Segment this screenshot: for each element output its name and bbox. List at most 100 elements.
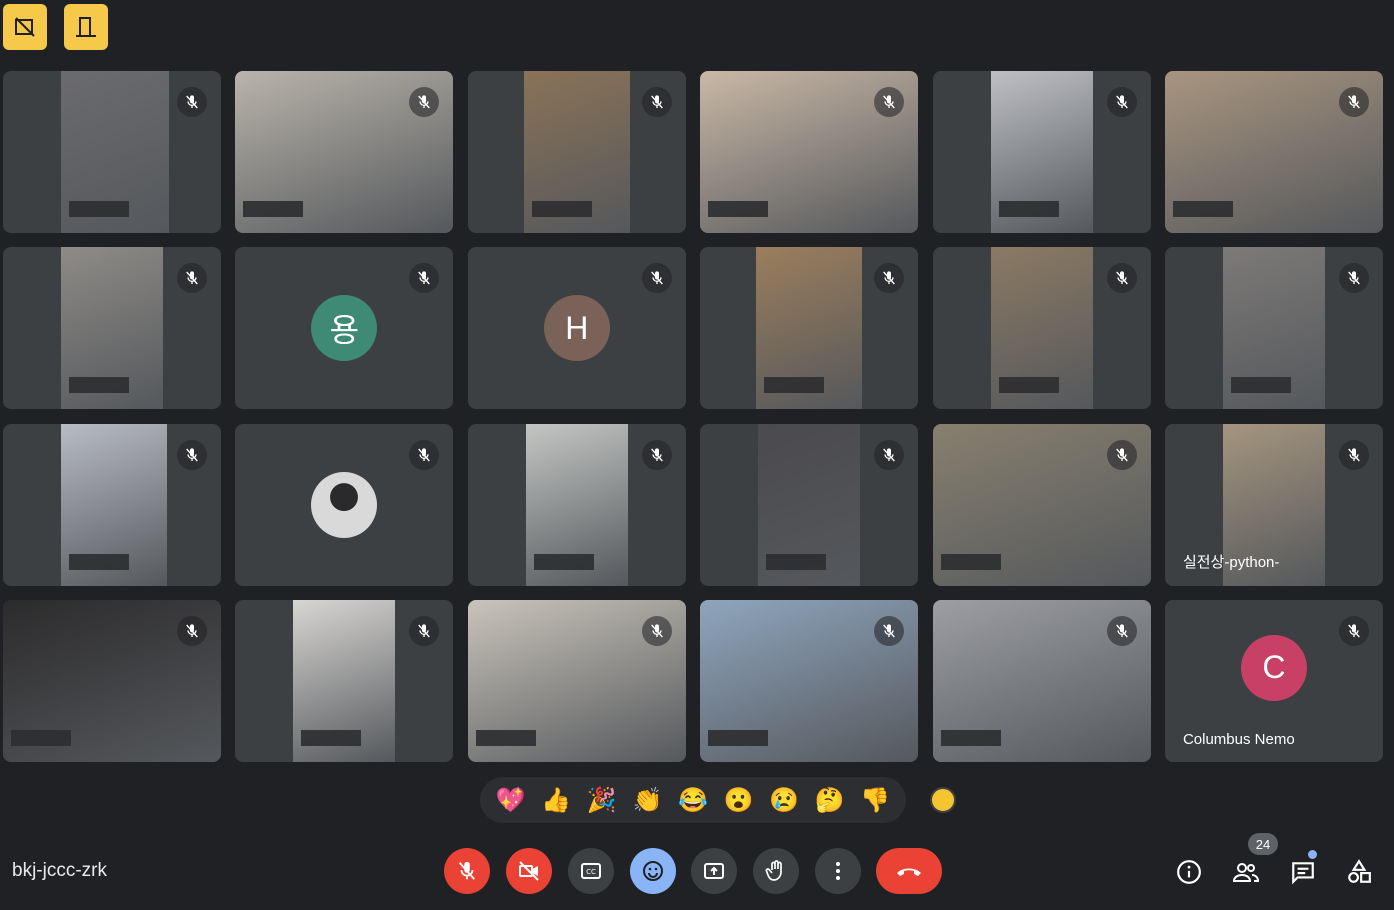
participant-tile[interactable]	[932, 247, 1151, 410]
participant-tile[interactable]	[3, 423, 221, 586]
participant-name: 실전상-python-	[1182, 553, 1280, 571]
participant-tile[interactable]	[1164, 71, 1383, 233]
participant-count-badge: 24	[1248, 833, 1278, 855]
participant-tile[interactable]	[3, 71, 221, 233]
mic-muted-icon	[1106, 615, 1137, 646]
present-button[interactable]	[691, 848, 737, 894]
reaction-emoji-button[interactable]: 👍	[536, 786, 576, 815]
reaction-emoji-button[interactable]: 😢	[764, 786, 804, 815]
people-icon	[1232, 859, 1260, 885]
microphone-toggle-button[interactable]	[444, 848, 490, 894]
participant-tile[interactable]: C Columbus Nemo	[1164, 599, 1383, 762]
redacted-name-box	[69, 553, 129, 570]
redacted-name-box	[940, 729, 1001, 746]
meeting-code: bkj-jccc-zrk	[12, 860, 107, 881]
info-icon	[1176, 859, 1202, 885]
camera-toggle-button[interactable]	[506, 848, 552, 894]
leave-call-button[interactable]	[876, 848, 942, 894]
mic-muted-icon	[1338, 439, 1369, 470]
reaction-emoji-button[interactable]: 👏	[627, 786, 667, 815]
participant-tile[interactable]	[700, 71, 919, 233]
redacted-name-box	[69, 201, 129, 217]
mic-muted-icon	[641, 439, 672, 470]
participant-tile[interactable]	[3, 599, 221, 762]
reactions-button[interactable]	[630, 848, 676, 894]
avatar: C	[1240, 634, 1307, 701]
participant-tile[interactable]	[235, 71, 454, 233]
participant-tile[interactable]	[700, 599, 919, 762]
redacted-name-box	[708, 729, 769, 746]
door-exit-icon	[74, 15, 98, 39]
mic-muted-icon	[874, 439, 905, 470]
participant-tile[interactable]	[932, 423, 1151, 586]
mic-muted-icon	[874, 263, 905, 294]
redacted-name-box	[766, 553, 827, 570]
hide-self-view-button[interactable]	[3, 4, 47, 50]
participant-tile[interactable]: 실전상-python-	[1164, 423, 1383, 586]
participant-tile[interactable]	[1164, 247, 1383, 410]
mic-muted-icon	[177, 439, 207, 470]
participant-tile[interactable]	[467, 71, 686, 233]
mic-muted-icon	[177, 263, 207, 294]
mic-muted-icon	[1106, 439, 1137, 470]
people-button[interactable]	[1230, 856, 1262, 888]
participant-tile[interactable]	[932, 71, 1151, 233]
meeting-details-button[interactable]	[1173, 856, 1205, 888]
chat-icon	[1290, 859, 1316, 885]
emoji-icon	[641, 859, 665, 883]
redacted-name-box	[1230, 377, 1291, 394]
participant-tile[interactable]: H	[467, 247, 686, 410]
participant-grid: 용 H 실전상-python- C Columbus Nemo	[3, 71, 1383, 763]
mic-muted-icon	[874, 87, 905, 117]
mic-muted-icon	[1338, 87, 1369, 117]
leave-room-button[interactable]	[64, 4, 108, 50]
svg-text:CC: CC	[586, 868, 596, 876]
raise-hand-button[interactable]	[753, 848, 799, 894]
activities-icon	[1346, 859, 1372, 885]
mic-muted-icon	[177, 87, 207, 117]
redacted-name-box	[301, 729, 362, 746]
reaction-emoji-button[interactable]: 🤔	[810, 786, 850, 815]
phone-hangup-icon	[894, 861, 924, 881]
redacted-name-box	[940, 553, 1001, 570]
mic-muted-icon	[1338, 615, 1369, 646]
redacted-name-box	[708, 201, 769, 217]
redacted-name-box	[998, 377, 1059, 394]
participant-tile[interactable]	[467, 423, 686, 586]
mic-muted-icon	[641, 87, 672, 117]
participant-tile[interactable]	[235, 423, 454, 586]
participant-tile[interactable]	[932, 599, 1151, 762]
more-vert-icon	[826, 859, 850, 883]
reaction-emoji-button[interactable]: 😂	[673, 786, 713, 815]
captions-button[interactable]: CC	[568, 848, 614, 894]
participant-tile[interactable]	[3, 247, 221, 410]
chat-unread-dot	[1308, 850, 1317, 859]
participant-tile[interactable]	[700, 247, 919, 410]
mic-muted-icon	[641, 263, 672, 294]
redacted-name-box	[533, 553, 594, 570]
skin-tone-button[interactable]	[930, 787, 956, 813]
redacted-name-box	[531, 201, 592, 217]
more-options-button[interactable]	[815, 848, 861, 894]
mic-muted-icon	[1106, 87, 1137, 117]
camera-off-icon	[517, 859, 541, 883]
reaction-emoji-button[interactable]: 😮	[719, 786, 759, 815]
redacted-name-box	[11, 729, 71, 746]
participant-tile[interactable]: 용	[235, 247, 454, 410]
mic-muted-icon	[1106, 263, 1137, 294]
participant-tile[interactable]	[235, 599, 454, 762]
redacted-name-box	[998, 201, 1059, 217]
activities-button[interactable]	[1343, 856, 1375, 888]
reaction-emoji-button[interactable]: 💖	[491, 786, 531, 815]
mic-muted-icon	[409, 439, 440, 470]
hand-icon	[764, 859, 788, 883]
participant-tile[interactable]	[700, 423, 919, 586]
captions-icon: CC	[579, 859, 603, 883]
chat-button[interactable]	[1287, 856, 1319, 888]
mic-muted-icon	[177, 615, 207, 646]
participant-tile[interactable]	[467, 599, 686, 762]
reaction-emoji-button[interactable]: 👎	[855, 786, 895, 815]
reaction-emoji-button[interactable]: 🎉	[582, 786, 622, 815]
avatar: 용	[311, 295, 378, 362]
mic-muted-icon	[409, 615, 440, 646]
